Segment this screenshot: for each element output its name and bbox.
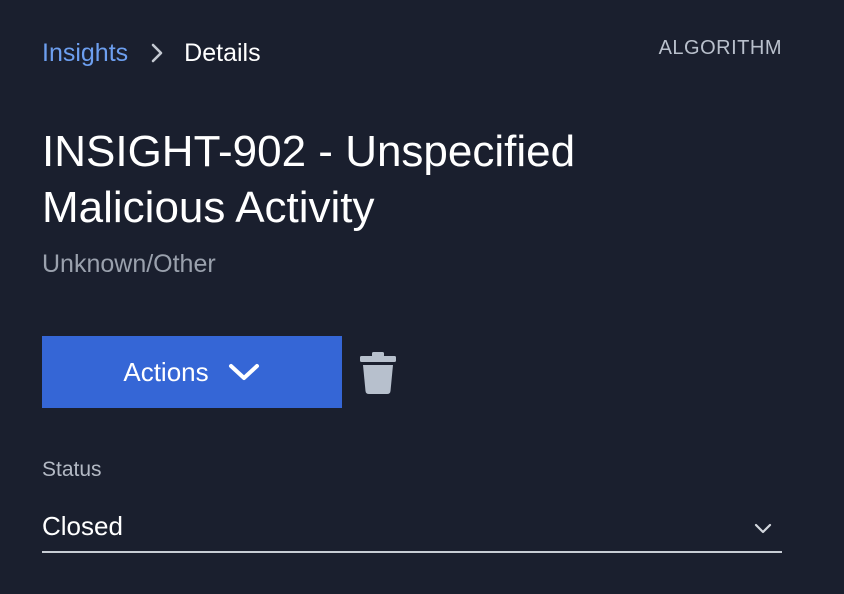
chevron-right-icon <box>150 42 164 64</box>
insight-category: Unknown/Other <box>42 250 216 278</box>
breadcrumb-current: Details <box>184 38 261 67</box>
actions-button-label: Actions <box>123 356 209 387</box>
status-select-value: Closed <box>42 511 123 541</box>
insight-type-label: ALGORITHM <box>658 37 782 59</box>
breadcrumb: Insights Details <box>42 36 261 70</box>
insight-details-page: Insights Details ALGORITHM INSIGHT-902 -… <box>0 0 844 594</box>
status-select[interactable]: Closed <box>42 505 782 553</box>
breadcrumb-insights-link[interactable]: Insights <box>42 39 128 68</box>
page-title: INSIGHT-902 - Unspecified Malicious Acti… <box>42 127 576 232</box>
chevron-down-icon <box>227 361 261 383</box>
status-field-label: Status <box>42 458 102 481</box>
trash-icon[interactable] <box>359 351 397 395</box>
actions-button[interactable]: Actions <box>42 336 342 408</box>
chevron-down-icon <box>754 522 772 534</box>
